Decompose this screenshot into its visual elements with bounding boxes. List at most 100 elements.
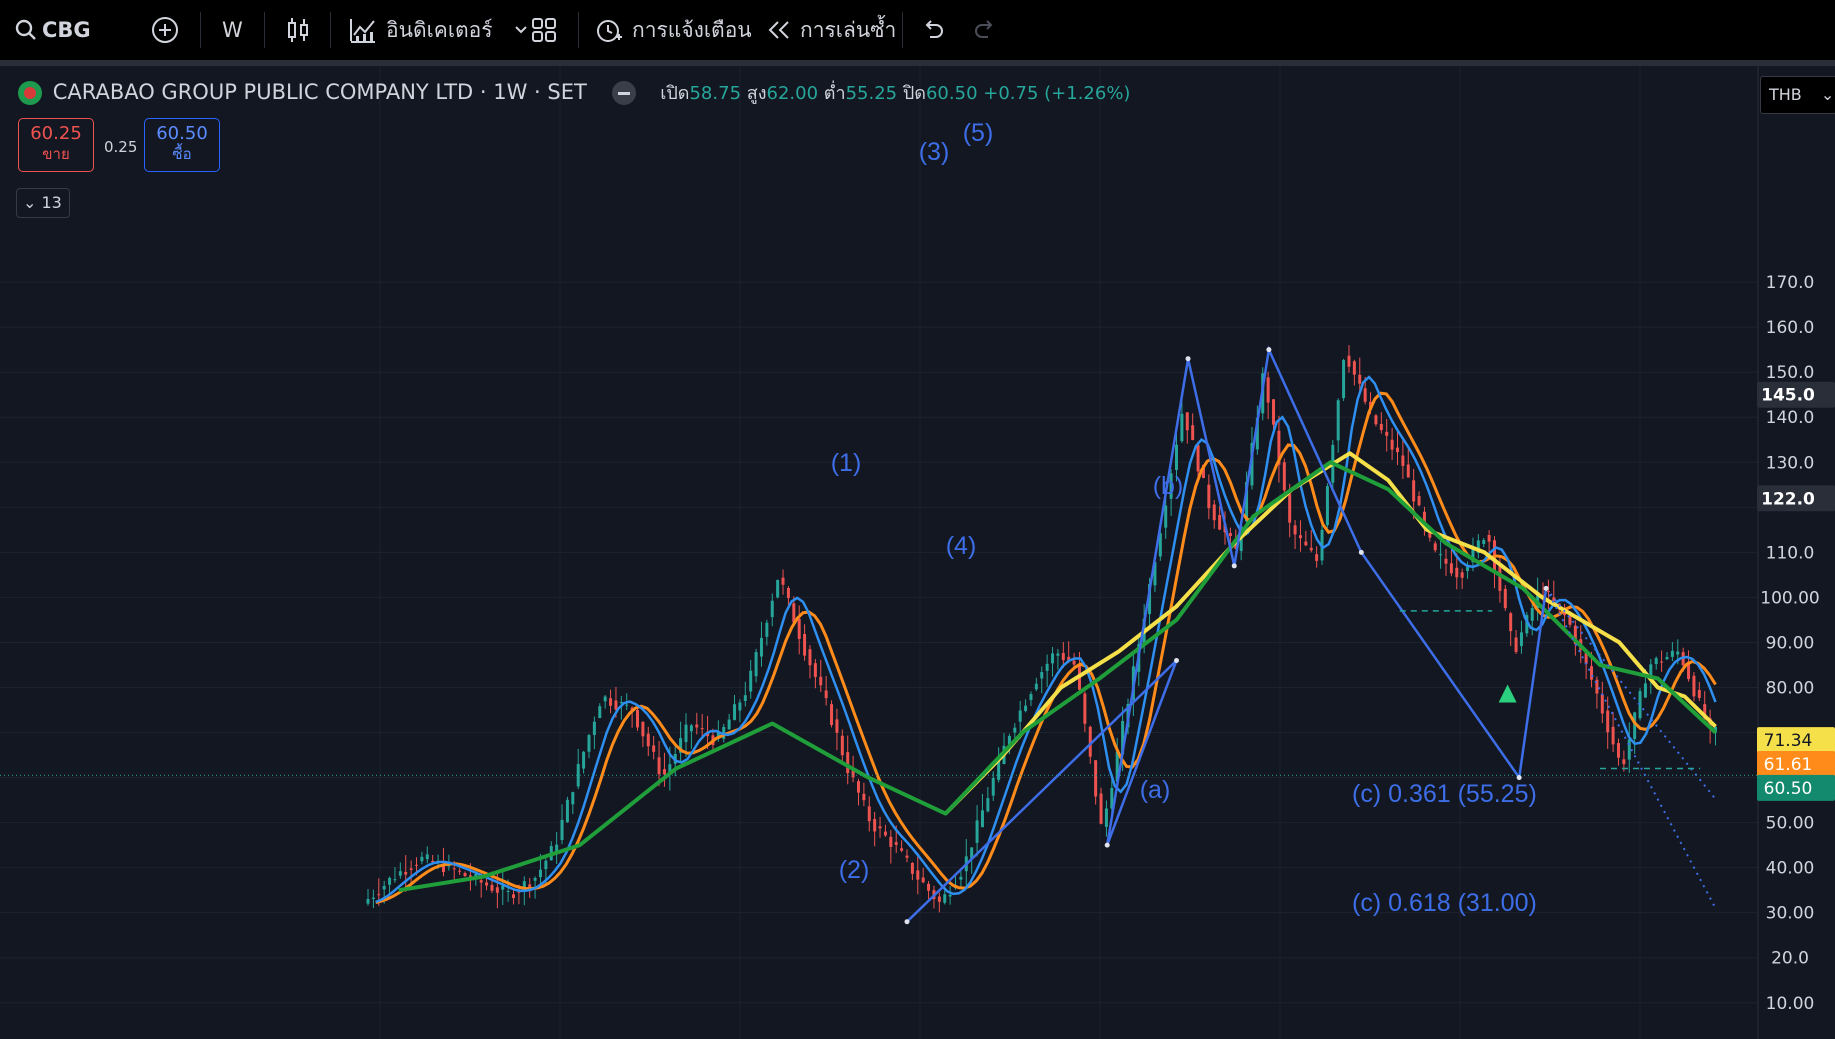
hide-legend-button[interactable] xyxy=(611,81,636,105)
ohlc-values: เปิด58.75 สูง62.00 ต่ำ55.25 ปิด60.50 +0.… xyxy=(660,83,1131,104)
candle-body xyxy=(808,649,812,666)
candle-body xyxy=(1104,808,1108,827)
candle-body xyxy=(603,696,607,702)
candle-body xyxy=(1606,710,1610,733)
candle-body xyxy=(1444,558,1448,564)
price-axis-tick: 160.0 xyxy=(1766,318,1815,338)
currency-selector[interactable]: THB ⌄ xyxy=(1760,76,1835,114)
candle-body xyxy=(743,695,747,701)
candle-body xyxy=(943,894,947,903)
spread-value: 0.25 xyxy=(104,138,138,156)
candle-body xyxy=(1072,660,1076,665)
buy-price-button[interactable]: 60.50 ซื้อ xyxy=(144,118,220,172)
wave-pivot-point xyxy=(1358,549,1364,555)
price-axis-tick: 80.00 xyxy=(1766,678,1815,698)
price-axis-tick: 90.00 xyxy=(1766,633,1815,653)
price-chart[interactable]: (1) (2) (3) (4) (5) (a) (b) (c) 0.361 (55.25) (c… xyxy=(0,66,1835,1039)
indicators-count: 13 xyxy=(41,193,62,212)
candle-body xyxy=(544,860,548,870)
wave-label: (2) xyxy=(839,856,870,884)
candle-body xyxy=(937,896,941,902)
candle-body xyxy=(921,877,925,883)
candle-body xyxy=(781,577,785,585)
candle-body xyxy=(398,871,402,876)
price-axis-marker-label: 61.61 xyxy=(1764,755,1813,775)
compare-add-button[interactable] xyxy=(150,0,180,60)
candle-body xyxy=(867,806,871,822)
candle-body xyxy=(1519,632,1523,647)
indicators-button[interactable]: อินดิเคเตอร์ xyxy=(348,0,529,60)
candle-body xyxy=(388,877,392,885)
candle-body xyxy=(1029,694,1033,701)
wave-label: (4) xyxy=(946,532,977,560)
plus-circle-icon xyxy=(152,17,178,43)
candle-body xyxy=(1164,505,1168,528)
interval-button[interactable]: W xyxy=(222,0,243,60)
indicators-collapse-button[interactable]: ⌄ 13 xyxy=(16,188,70,218)
candle-body xyxy=(830,704,834,725)
chart-pane[interactable]: (1) (2) (3) (4) (5) (a) (b) (c) 0.361 (55.25) (c… xyxy=(0,66,1835,1039)
price-axis-tick: 20.0 xyxy=(1771,949,1809,969)
candle-body xyxy=(733,704,737,720)
candle-body xyxy=(657,757,661,775)
candle-body xyxy=(366,899,370,904)
candle-body xyxy=(1207,484,1211,509)
candle-body xyxy=(1325,486,1329,526)
candle-body xyxy=(689,725,693,732)
undo-button[interactable] xyxy=(920,0,946,60)
redo-button[interactable] xyxy=(972,0,998,60)
candle-body xyxy=(980,810,984,828)
wave-pivot-point xyxy=(1104,842,1110,848)
alerts-button[interactable]: การแจ้งเตือน xyxy=(594,0,752,60)
candle-body xyxy=(754,652,758,677)
candle-body xyxy=(1347,355,1351,367)
candle-body xyxy=(1676,651,1680,655)
candle-body xyxy=(776,579,780,598)
wave-pivot-point xyxy=(1266,347,1272,353)
candle-body xyxy=(506,890,510,892)
candle-body xyxy=(1315,554,1319,561)
replay-button[interactable]: การเล่นซ้ำ xyxy=(766,0,896,60)
candle-body xyxy=(1546,591,1550,593)
candle-body xyxy=(614,700,618,710)
wave-pivot-point xyxy=(1543,585,1549,591)
candle-body xyxy=(1018,710,1022,722)
candle-body xyxy=(1487,534,1491,542)
candles-icon xyxy=(288,18,308,42)
wave-pivot-point xyxy=(904,919,910,925)
candle-body xyxy=(883,831,887,836)
wave-label: (3) xyxy=(919,138,950,166)
chevron-down-icon: ⌄ xyxy=(23,193,37,212)
candle-body xyxy=(1228,533,1232,536)
alerts-label: การแจ้งเตือน xyxy=(632,17,752,42)
price-axis-tick: 150.0 xyxy=(1766,363,1815,383)
symbol-search-button[interactable]: CBG xyxy=(14,0,91,60)
candle-body xyxy=(1514,637,1518,652)
candle-body xyxy=(1196,445,1200,472)
candle-body xyxy=(512,894,516,899)
candle-body xyxy=(1336,400,1340,441)
candle-body xyxy=(1616,743,1620,758)
price-axis-tick: 130.0 xyxy=(1766,453,1815,473)
candle-body xyxy=(409,868,413,870)
candle-body xyxy=(1503,588,1507,609)
candle-body xyxy=(1013,727,1017,733)
candle-body xyxy=(1670,650,1674,657)
candle-body xyxy=(900,848,904,851)
sell-price-button[interactable]: 60.25 ขาย xyxy=(18,118,94,172)
candle-body xyxy=(641,721,645,737)
candle-body xyxy=(1272,399,1276,425)
candle-body xyxy=(1390,439,1394,450)
interval-label: W xyxy=(222,18,243,42)
indicators-label: อินดิเคเตอร์ xyxy=(386,17,493,42)
currency-label: THB xyxy=(1769,85,1802,104)
candle-body xyxy=(765,622,769,637)
search-icon xyxy=(15,19,36,40)
price-axis-tick: 50.00 xyxy=(1766,814,1815,834)
candle-body xyxy=(1455,567,1459,578)
candle-body xyxy=(560,819,564,841)
layouts-button[interactable] xyxy=(530,0,558,60)
chart-type-button[interactable] xyxy=(284,0,312,60)
candle-body xyxy=(382,885,386,890)
candle-body xyxy=(495,887,499,893)
